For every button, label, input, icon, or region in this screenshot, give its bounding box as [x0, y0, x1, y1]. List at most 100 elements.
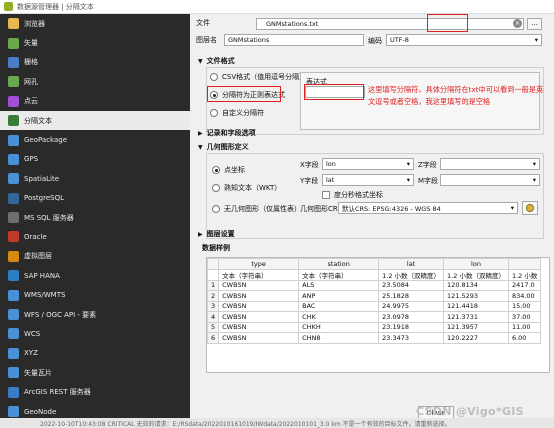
sidebar-item-oracle[interactable]: Oracle — [0, 227, 190, 246]
sidebar-item-wcs[interactable]: WCS — [0, 324, 190, 343]
sidebar-item-label: 点云 — [24, 97, 38, 106]
sidebar-item-vector-tile[interactable]: 矢量瓦片 — [0, 363, 190, 382]
file-label: 文件 — [196, 19, 210, 27]
column-header[interactable]: station — [298, 258, 380, 270]
sidebar-item-wfs[interactable]: WFS / OGC API - 要素 — [0, 305, 190, 324]
raster-icon — [8, 56, 19, 68]
postgresql-icon — [8, 192, 19, 204]
type-select[interactable]: 文本（字符串） — [298, 268, 380, 281]
row-number-cell: 2 — [207, 290, 220, 302]
encoding-select[interactable]: UTF-8 ▾ — [386, 34, 542, 46]
crs-picker-button[interactable] — [522, 201, 538, 215]
y-field-select[interactable]: lat ▾ — [322, 174, 414, 186]
x-field-select[interactable]: lon ▾ — [322, 158, 414, 170]
sidebar-item-label: 分隔文本 — [24, 116, 52, 125]
sidebar-item-virtual-layer[interactable]: 虚拟图层 — [0, 247, 190, 266]
format-option-custom[interactable]: 自定义分隔符 — [210, 108, 264, 118]
column-header[interactable]: type — [218, 258, 300, 270]
sidebar-item-label: 栅格 — [24, 58, 38, 67]
browse-button[interactable]: … — [527, 18, 542, 30]
geometry-option-label: 点坐标 — [224, 166, 245, 174]
clear-icon[interactable]: × — [513, 19, 522, 28]
table-cell: 23.1918 — [378, 321, 445, 333]
geometry-header[interactable]: ▼ 几何图形定义 — [198, 142, 249, 152]
sidebar-item-label: WMS/WMTS — [24, 291, 66, 300]
chevron-down-icon: ▾ — [532, 160, 536, 168]
format-option-csv[interactable]: CSV格式（值用逗号分隔） — [210, 72, 306, 82]
expand-triangle-icon: ▶ — [198, 230, 203, 238]
sidebar-item-label: GeoNode — [24, 407, 57, 416]
sidebar-item-delimited-text[interactable]: 分隔文本 — [0, 110, 190, 131]
record-fields-title: 记录和字段选项 — [206, 129, 256, 137]
z-field-select[interactable]: ▾ — [440, 158, 540, 170]
geometry-option-label: 无几何图形（仅属性表） — [224, 205, 301, 213]
geometry-option-point[interactable]: 点坐标 — [212, 165, 245, 175]
expand-triangle-icon: ▶ — [198, 129, 203, 137]
sidebar-item-folder[interactable]: 浏览器 — [0, 14, 190, 33]
row-number-cell: 6 — [207, 332, 220, 344]
chevron-down-icon: ▾ — [532, 176, 536, 184]
sidebar-item-gps[interactable]: GPS — [0, 150, 190, 169]
table-cell: 120.8134 — [443, 279, 509, 291]
geometry-option-none[interactable]: 无几何图形（仅属性表） — [212, 204, 301, 214]
y-field-value: lat — [326, 176, 335, 184]
table-cell: BAC — [298, 300, 380, 312]
geonode-icon — [8, 406, 19, 417]
file-path-input[interactable]: GNMstations.txt — [256, 18, 524, 30]
type-select[interactable]: 1.2 小数（双精度） — [378, 268, 445, 281]
geometry-title: 几何图形定义 — [206, 143, 249, 151]
crs-select[interactable]: 默认CRS: EPSG:4326 - WGS 84 ▾ — [338, 202, 518, 214]
sidebar-item-point-cloud[interactable]: 点云 — [0, 92, 190, 111]
vector-tile-icon — [8, 367, 19, 379]
file-path-value: GNMstations.txt — [266, 20, 319, 28]
sidebar-item-raster[interactable]: 栅格 — [0, 53, 190, 72]
sample-table: type station lat lon 文本（字符串） 文本（字符串） 1.2 小数（双精… — [207, 258, 542, 344]
table-cell: ALS — [298, 279, 380, 291]
file-format-header[interactable]: ▼ 文件格式 — [198, 56, 235, 66]
sample-table-wrapper[interactable]: type station lat lon 文本（字符串） 文本（字符串） 1.2 小数（双精… — [206, 257, 550, 373]
folder-icon — [8, 18, 19, 30]
type-select[interactable]: 文本（字符串） — [218, 268, 300, 281]
row-number-cell — [207, 268, 220, 281]
sidebar-item-vector[interactable]: 矢量 — [0, 33, 190, 52]
radio-icon — [212, 184, 220, 192]
gps-icon — [8, 153, 19, 165]
format-option-label: CSV格式（值用逗号分隔） — [222, 73, 307, 81]
geometry-option-wkt[interactable]: 熟知文本（WKT） — [212, 183, 281, 193]
sidebar-item-sap-hana[interactable]: SAP HANA — [0, 266, 190, 285]
column-header[interactable]: lat — [378, 258, 445, 270]
sidebar-item-wms[interactable]: WMS/WMTS — [0, 285, 190, 304]
sidebar-item-arcgis[interactable]: ArcGIS REST 服务器 — [0, 382, 190, 401]
spatialite-icon — [8, 173, 19, 185]
dms-checkbox-row[interactable]: 度分秒格式坐标 — [322, 190, 383, 200]
table-cell: CWBSN — [218, 300, 300, 312]
radio-icon — [210, 109, 218, 117]
table-row: 1 CWBSN ALS 23.5084 120.8134 2417.0 — [207, 279, 542, 291]
sidebar-item-mssql[interactable]: MS SQL 服务器 — [0, 208, 190, 227]
row-number-cell: 5 — [207, 321, 220, 333]
sidebar-item-xyz[interactable]: XYZ — [0, 344, 190, 363]
collapse-triangle-icon: ▼ — [198, 143, 203, 151]
table-cell: CHN8 — [298, 332, 380, 344]
layer-name-input[interactable]: GNMstations — [224, 34, 364, 46]
table-cell: CWBSN — [218, 279, 300, 291]
crs-value: 默认CRS: EPSG:4326 - WGS 84 — [342, 205, 441, 213]
sidebar-item-mesh[interactable]: 网孔 — [0, 72, 190, 91]
type-select[interactable]: 1.2 小数 — [507, 268, 542, 281]
sidebar-item-label: 浏览器 — [24, 19, 45, 28]
m-field-select[interactable]: ▾ — [440, 174, 540, 186]
type-select[interactable]: 1.2 小数（双精度） — [443, 268, 509, 281]
sidebar-item-label: 矢量 — [24, 39, 38, 48]
row-number-header — [207, 258, 220, 270]
column-header[interactable] — [507, 258, 542, 270]
table-row: 4 CWBSN CHK 23.0978 121.3731 37.00 — [207, 311, 542, 323]
record-fields-header[interactable]: ▶ 记录和字段选项 — [198, 128, 256, 138]
regex-input-highlight-box — [304, 84, 364, 100]
sidebar-item-geopackage[interactable]: GeoPackage — [0, 130, 190, 149]
sidebar-item-spatialite[interactable]: SpatiaLite — [0, 169, 190, 188]
type-row: 文本（字符串） 文本（字符串） 1.2 小数（双精度） 1.2 小数（双精度） 1.2 … — [207, 268, 542, 281]
column-header[interactable]: lon — [443, 258, 509, 270]
sidebar-item-postgresql[interactable]: PostgreSQL — [0, 189, 190, 208]
table-cell: 120.2227 — [443, 332, 509, 344]
layer-settings-header[interactable]: ▶ 图层设置 — [198, 229, 235, 239]
